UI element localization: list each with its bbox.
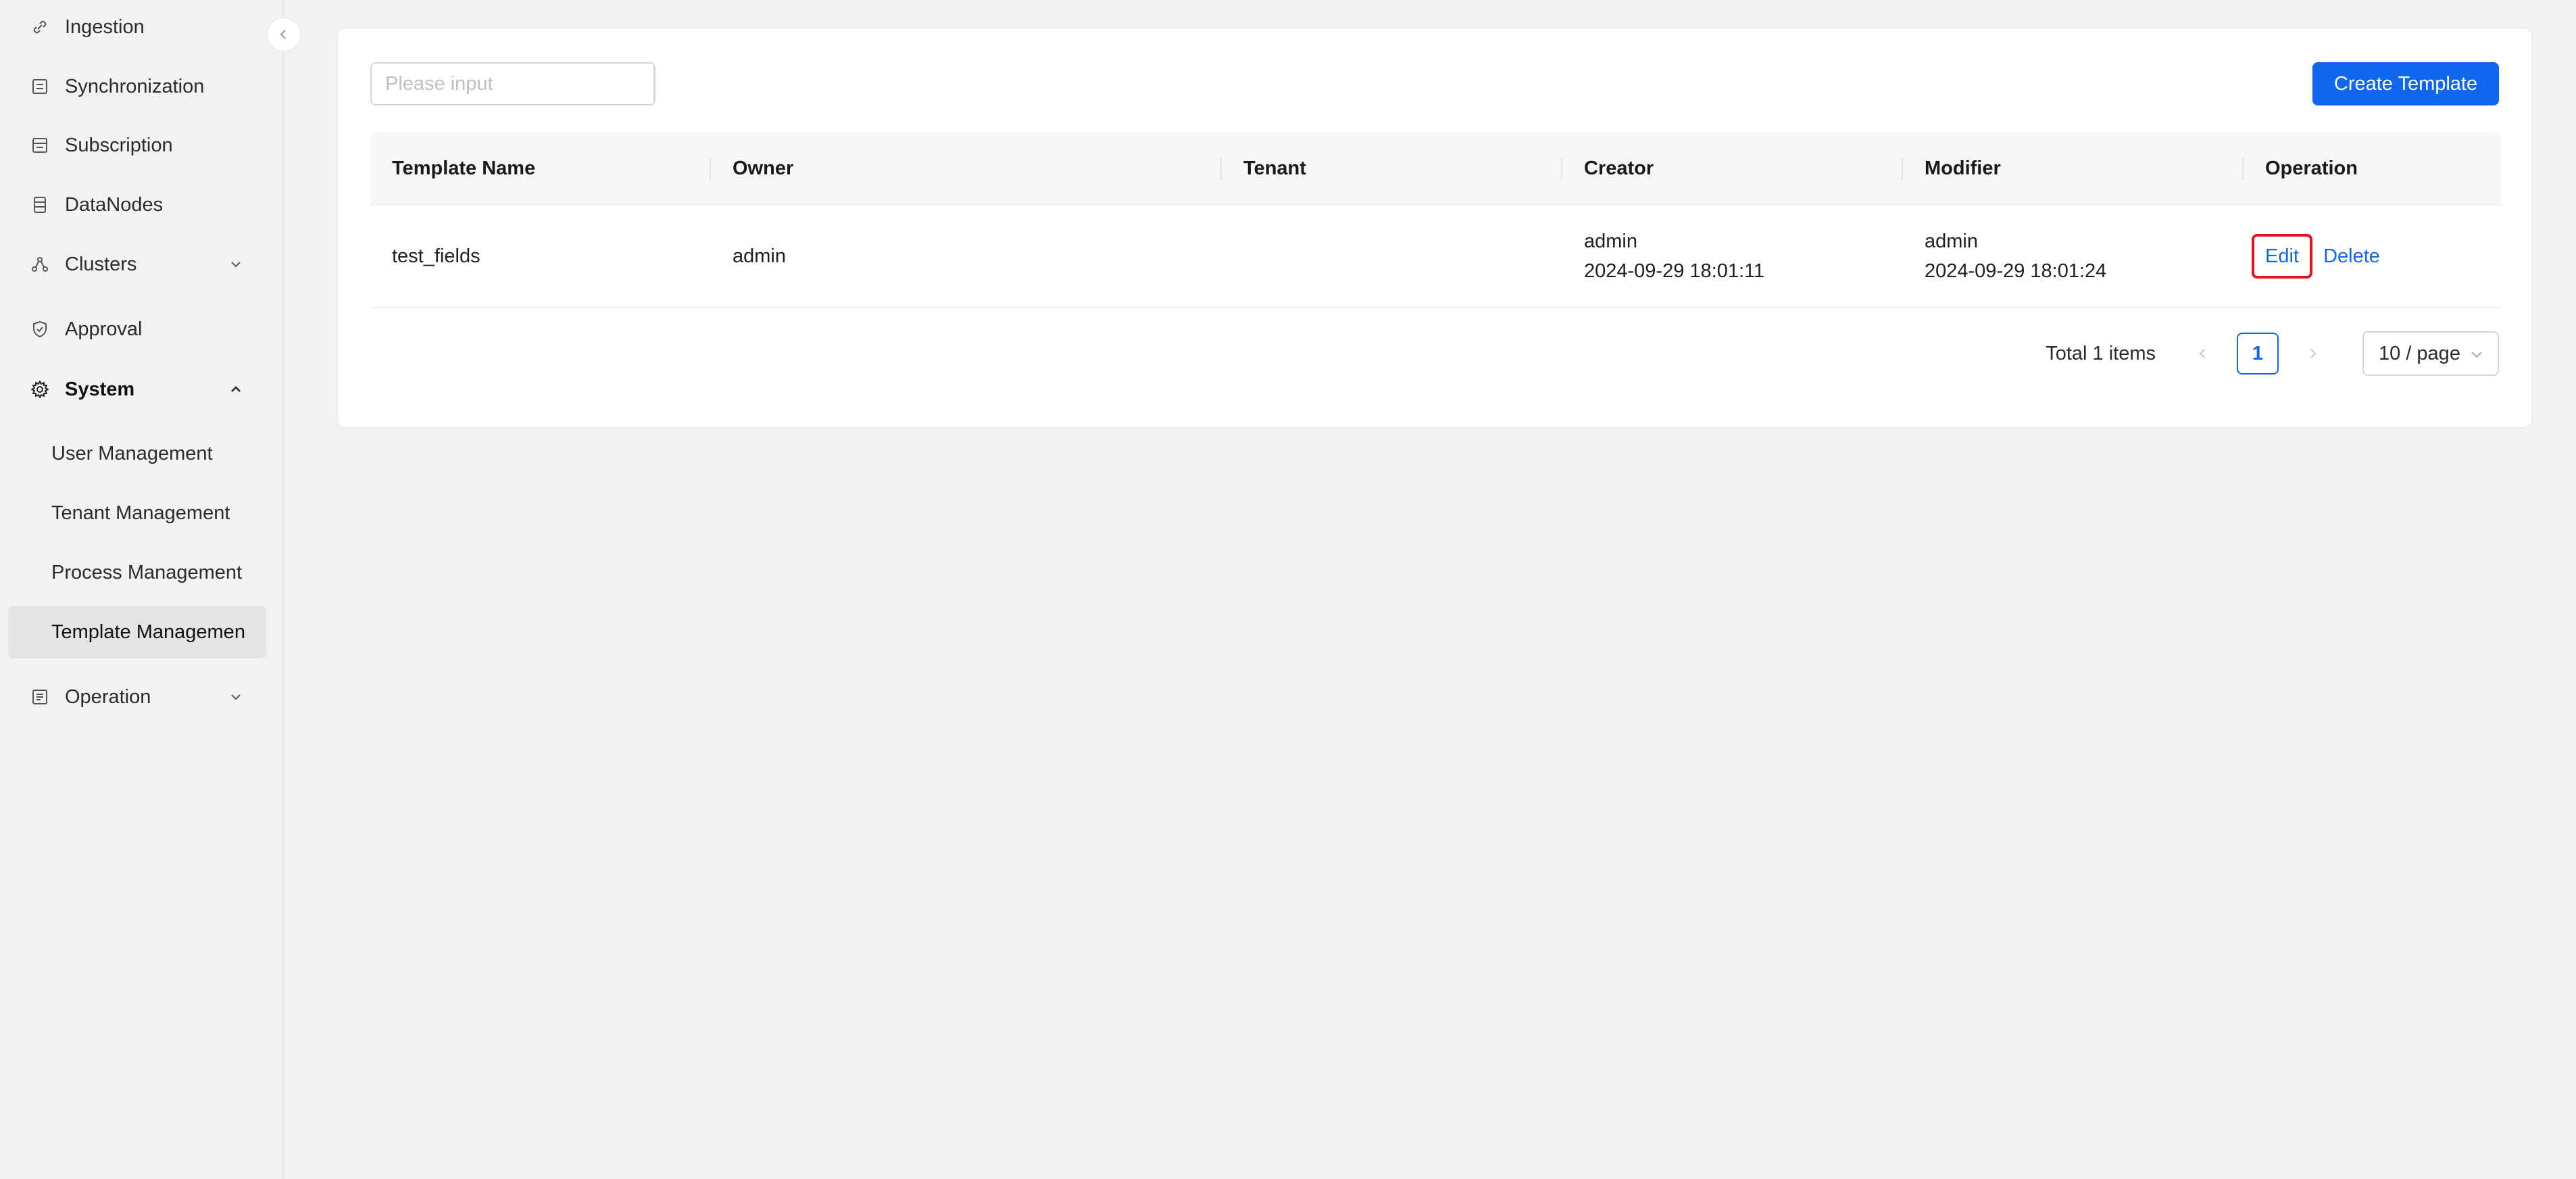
search-button[interactable] [653, 64, 654, 104]
sidebar-item-label: Operation [65, 685, 151, 708]
column-header-owner: Owner [711, 133, 1222, 204]
cell-operation: Edit Delete [2244, 234, 2502, 279]
column-header-template-name: Template Name [370, 133, 711, 204]
chevron-right-icon [2310, 349, 2317, 358]
chevron-down-icon [231, 694, 241, 700]
pagination: Total 1 items 1 10 / page [2046, 331, 2499, 376]
chevron-left-icon [280, 30, 286, 39]
sidebar-item-user-management[interactable]: User Management [8, 427, 266, 480]
column-header-modifier: Modifier [1903, 133, 2244, 204]
page-number-current[interactable]: 1 [2237, 333, 2279, 375]
sidebar-item-tenant-management[interactable]: Tenant Management [8, 487, 266, 539]
subscription-icon [30, 135, 50, 155]
sidebar-item-ingestion[interactable]: Ingestion [8, 1, 266, 53]
sidebar-item-datanodes[interactable]: DataNodes [8, 178, 266, 231]
sidebar-item-approval[interactable]: Approval [8, 303, 266, 356]
total-items: Total 1 items [2046, 342, 2156, 364]
sync-icon [30, 76, 50, 97]
sidebar-item-synchronization[interactable]: Synchronization [8, 60, 266, 113]
sidebar-item-clusters[interactable]: Clusters [8, 238, 266, 291]
column-header-operation: Operation [2265, 157, 2358, 179]
cell-owner: admin [733, 245, 786, 267]
sidebar-item-label: System [65, 378, 135, 400]
created-time: 2024-09-29 18:01:11 [1584, 260, 1765, 282]
table-header: Template Name Owner Tenant Creator Modif… [370, 133, 2502, 206]
next-page-button[interactable] [2292, 333, 2334, 375]
cell-template-name: test_fields [392, 245, 480, 267]
template-list-card: Create Template Template Name Owner Tena… [337, 27, 2533, 429]
page-size-select[interactable]: 10 / page [2362, 331, 2499, 376]
column-header-creator: Creator [1562, 133, 1903, 204]
sidebar-item-label: Synchronization [65, 75, 205, 97]
chevron-down-icon [2471, 352, 2482, 358]
sidebar-item-process-management[interactable]: Process Management [8, 546, 266, 599]
sidebar-item-subscription[interactable]: Subscription [8, 119, 266, 172]
sidebar-item-operation[interactable]: Operation [8, 671, 266, 723]
sidebar-item-label: User Management [51, 442, 213, 464]
cell-creator: admin 2024-09-29 18:01:11 [1562, 226, 1903, 286]
sidebar-item-label: Subscription [65, 134, 173, 156]
column-header-tenant: Tenant [1222, 133, 1562, 204]
modifier-name: admin [1925, 231, 1978, 252]
sidebar-item-template-management[interactable]: Template Managemen [8, 606, 266, 658]
modified-time: 2024-09-29 18:01:24 [1925, 260, 2107, 282]
sidebar-item-label: Approval [65, 318, 143, 340]
sidebar: Ingestion Synchronization Subscription D… [0, 0, 301, 1179]
chevron-up-icon [231, 386, 241, 392]
sidebar-item-label: Ingestion [65, 16, 145, 38]
create-template-button[interactable]: Create Template [2312, 62, 2499, 105]
sidebar-item-label: Clusters [65, 253, 137, 275]
link-icon [30, 17, 50, 37]
creator-name: admin [1584, 231, 1637, 252]
sidebar-item-label: DataNodes [65, 193, 164, 216]
template-table: Template Name Owner Tenant Creator Modif… [370, 133, 2502, 308]
datanode-icon [30, 195, 50, 215]
collapse-sidebar-button[interactable] [266, 17, 301, 52]
shield-check-icon [30, 319, 50, 339]
cluster-icon [30, 254, 50, 274]
operation-icon [30, 687, 50, 707]
search-box [370, 62, 655, 105]
chevron-down-icon [231, 262, 241, 268]
table-row: test_fields admin admin 2024-09-29 18:01… [370, 206, 2502, 308]
sidebar-item-system[interactable]: System [8, 363, 266, 416]
page-size-value: 10 / page [2379, 342, 2460, 364]
cell-modifier: admin 2024-09-29 18:01:24 [1903, 226, 2244, 286]
chevron-left-icon [2199, 349, 2205, 358]
gear-icon [30, 379, 50, 400]
search-input[interactable] [372, 64, 653, 104]
delete-link[interactable]: Delete [2323, 245, 2380, 267]
sidebar-item-label: Process Management [51, 561, 243, 583]
sidebar-item-label: Template Managemen [51, 621, 245, 643]
prev-page-button[interactable] [2181, 333, 2223, 375]
sidebar-item-label: Tenant Management [51, 502, 230, 524]
edit-link[interactable]: Edit [2252, 234, 2312, 279]
